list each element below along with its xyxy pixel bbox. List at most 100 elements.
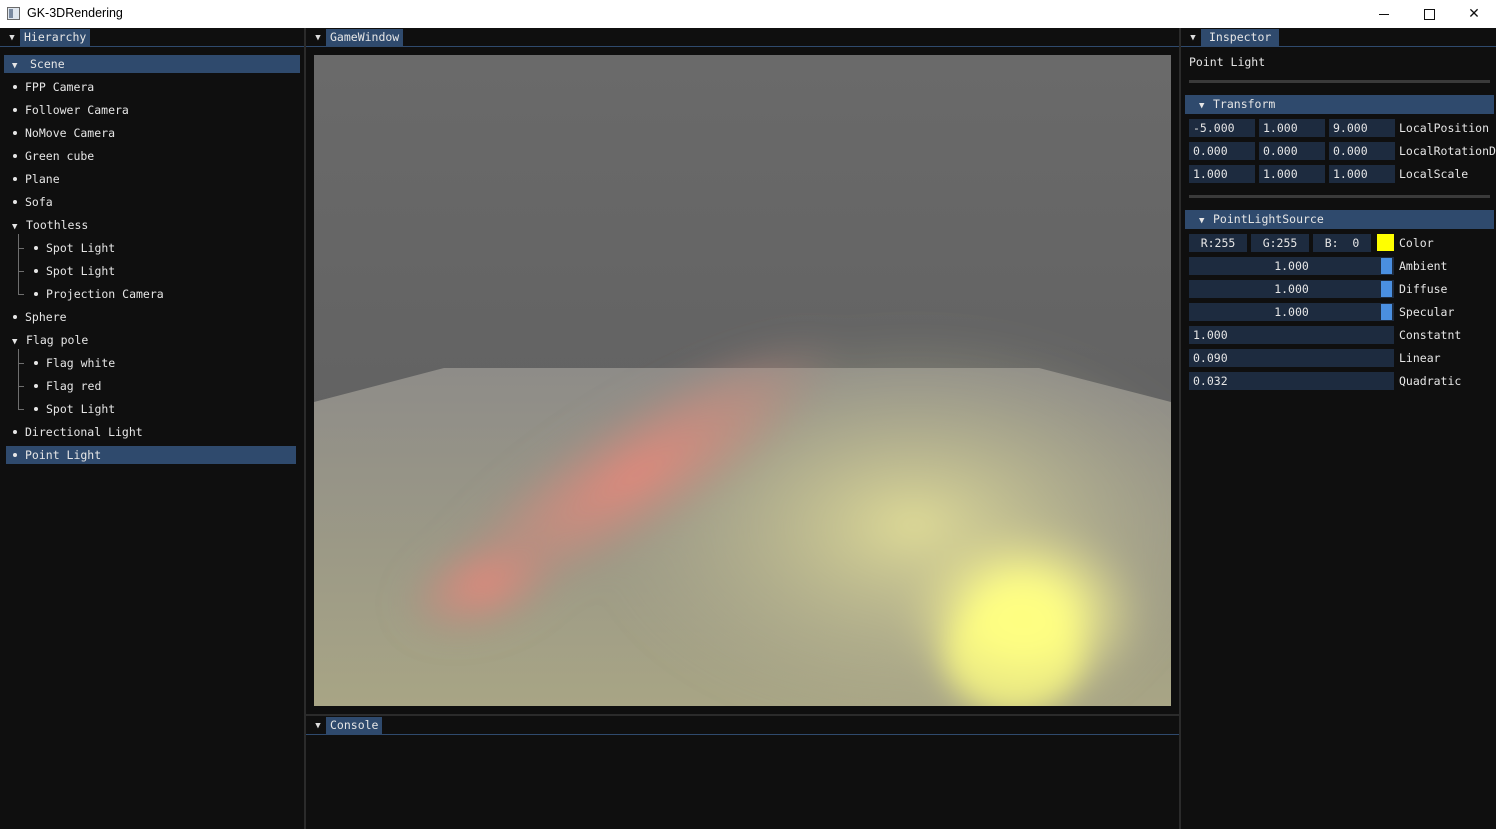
rotation-z-field[interactable]: 0.000 [1329,142,1395,160]
tree-item-flag-white[interactable]: Flag white [34,354,115,372]
tab-hierarchy[interactable]: ▼ Hierarchy [0,28,94,47]
specular-slider[interactable]: 1.000 [1189,303,1394,321]
tree-guide-line [18,363,24,364]
tree-item-plane[interactable]: Plane [13,170,60,188]
window-menu-icon[interactable]: ▼ [4,28,20,47]
close-button[interactable]: ✕ [1451,0,1496,28]
bullet-icon [13,153,17,158]
tree-node-flag-pole[interactable]: ▼ Flag pole [12,331,88,349]
specular-value: 1.000 [1274,305,1309,319]
object-name: Point Light [1189,55,1266,69]
tree-item-nomove-camera[interactable]: NoMove Camera [13,124,115,142]
inspector-panel: ▼ Inspector Point Light ▼ Transform -5.00… [1181,28,1496,829]
tree-label: FPP Camera [25,80,95,94]
tree-guide-line [18,248,24,249]
tree-label: Spot Light [46,264,116,278]
section-title: Transform [1213,97,1276,111]
tree-label: Flag white [46,356,116,370]
window-title: GK-3DRendering [27,6,123,20]
bullet-icon [34,291,38,296]
ambient-slider-grab[interactable] [1381,258,1392,274]
linear-label: Linear [1399,351,1441,365]
tree-item-spot-light[interactable]: Spot Light [34,400,115,418]
ambient-label: Ambient [1399,259,1448,273]
scale-y-field[interactable]: 1.000 [1259,165,1325,183]
specular-label: Specular [1399,305,1455,319]
tree-item-directional-light[interactable]: Directional Light [13,423,143,441]
rotation-y-field[interactable]: 0.000 [1259,142,1325,160]
window-menu-icon[interactable]: ▼ [310,28,326,47]
tree-guide-line [18,234,19,295]
color-b-field[interactable]: B: 0 [1313,234,1371,252]
position-x-field[interactable]: -5.000 [1189,119,1255,137]
tree-item-fpp-camera[interactable]: FPP Camera [13,78,94,96]
maximize-button[interactable] [1406,0,1452,28]
window-menu-icon[interactable]: ▼ [310,716,326,735]
hierarchy-panel: ▼ Hierarchy ▼ Scene FPP Camera Follower C… [0,28,304,829]
tree-label: NoMove Camera [25,126,116,140]
bullet-icon [34,383,38,388]
constant-field[interactable]: 1.000 [1189,326,1394,344]
expand-arrow-icon[interactable]: ▼ [12,333,26,351]
tree-guide-line [18,294,24,295]
bullet-icon [13,429,17,434]
separator [1189,195,1490,198]
tree-guide-line [18,349,19,410]
game-viewport[interactable] [314,55,1171,706]
bullet-icon [13,452,17,457]
tree-item-spot-light[interactable]: Spot Light [34,239,115,257]
tree-item-point-light[interactable]: Point Light [6,446,296,464]
minimize-button[interactable] [1361,0,1407,28]
tree-item-green-cube[interactable]: Green cube [13,147,94,165]
bullet-icon [34,360,38,365]
diffuse-slider[interactable]: 1.000 [1189,280,1394,298]
ambient-slider[interactable]: 1.000 [1189,257,1394,275]
color-g-field[interactable]: G:255 [1251,234,1309,252]
window-menu-icon[interactable]: ▼ [1185,28,1201,47]
collapse-arrow-icon[interactable]: ▼ [1199,212,1213,231]
gamewindow-tab-label: GameWindow [326,29,404,46]
collapse-arrow-icon[interactable]: ▼ [1199,97,1213,116]
linear-field[interactable]: 0.090 [1189,349,1394,367]
tree-item-flag-red[interactable]: Flag red [34,377,101,395]
scale-z-field[interactable]: 1.000 [1329,165,1395,183]
pointlight-section-header[interactable]: ▼ PointLightSource [1185,210,1494,229]
ambient-value: 1.000 [1274,259,1309,273]
app-icon [7,7,20,20]
separator [1189,80,1490,83]
transform-section-header[interactable]: ▼ Transform [1185,95,1494,114]
diffuse-label: Diffuse [1399,282,1448,296]
tree-item-sphere[interactable]: Sphere [13,308,67,326]
tree-item-follower-camera[interactable]: Follower Camera [13,101,129,119]
tab-console[interactable]: ▼ Console [306,716,386,735]
tab-inspector[interactable]: ▼ Inspector [1181,28,1283,47]
tree-item-sofa[interactable]: Sofa [13,193,53,211]
tree-node-scene[interactable]: ▼ Scene [4,55,300,73]
hierarchy-header: ▼ Hierarchy [0,28,304,47]
expand-arrow-icon[interactable]: ▼ [12,218,26,236]
scene-render [314,55,1171,706]
rotation-label: LocalRotationD [1399,144,1496,158]
tree-label: Toothless [26,218,89,232]
tree-node-toothless[interactable]: ▼ Toothless [12,216,88,234]
diffuse-value: 1.000 [1274,282,1309,296]
bullet-icon [13,176,17,181]
bullet-icon [13,199,17,204]
color-swatch[interactable] [1377,234,1394,251]
position-y-field[interactable]: 1.000 [1259,119,1325,137]
console-panel: ▼ Console [306,716,1179,829]
position-z-field[interactable]: 9.000 [1329,119,1395,137]
specular-slider-grab[interactable] [1381,304,1392,320]
scale-x-field[interactable]: 1.000 [1189,165,1255,183]
color-r-field[interactable]: R:255 [1189,234,1247,252]
tree-guide-line [18,409,24,410]
diffuse-slider-grab[interactable] [1381,281,1392,297]
tree-item-projection-camera[interactable]: Projection Camera [34,285,164,303]
tree-item-spot-light[interactable]: Spot Light [34,262,115,280]
rotation-x-field[interactable]: 0.000 [1189,142,1255,160]
tab-gamewindow[interactable]: ▼ GameWindow [306,28,407,47]
quadratic-field[interactable]: 0.032 [1189,372,1394,390]
tree-label: Spot Light [46,402,116,416]
tree-label: Plane [25,172,60,186]
expand-arrow-icon[interactable]: ▼ [12,57,26,75]
